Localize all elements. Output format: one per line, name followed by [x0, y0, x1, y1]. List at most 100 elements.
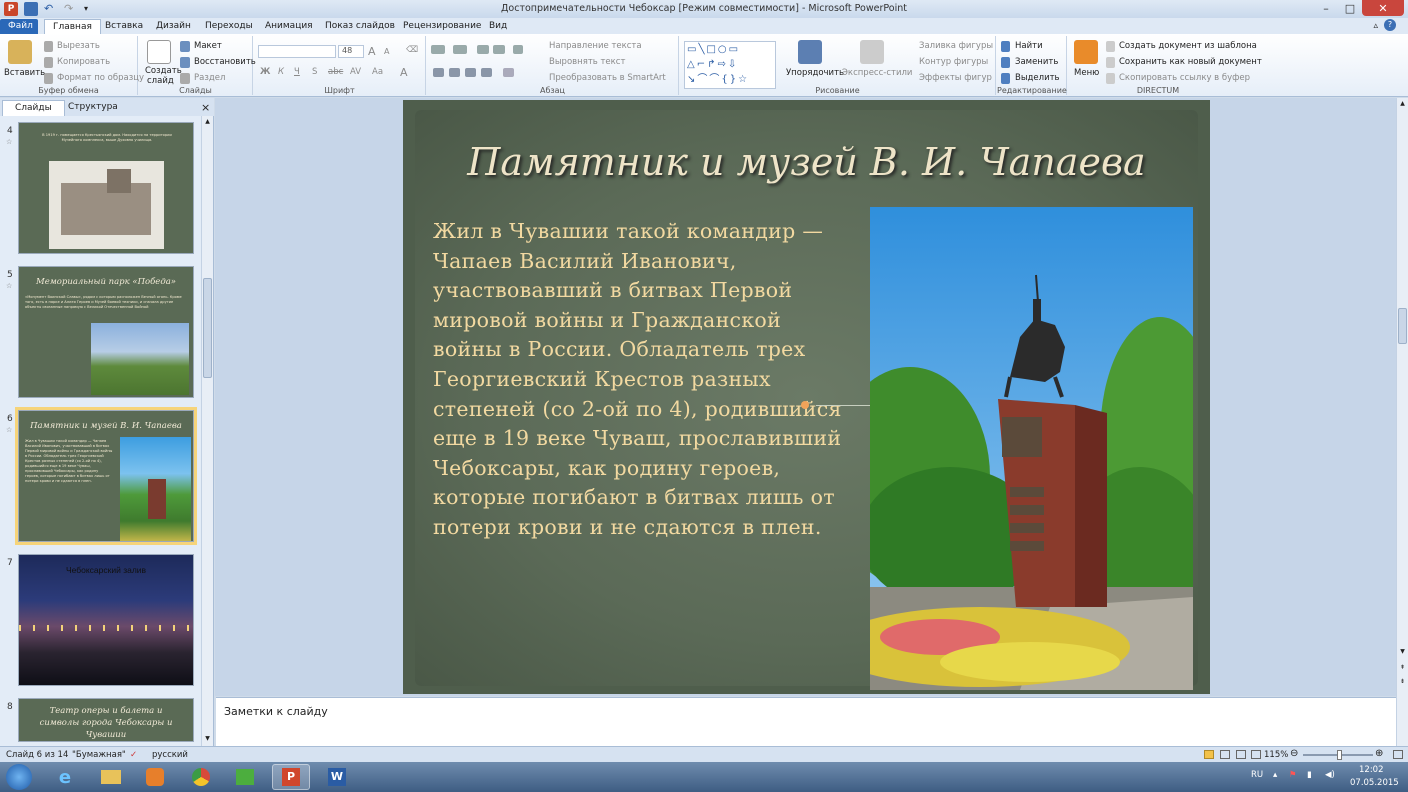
- decrease-indent-icon[interactable]: [477, 45, 489, 54]
- previous-slide-icon[interactable]: ⇞: [1398, 664, 1407, 673]
- align-center-icon[interactable]: [449, 68, 460, 77]
- justify-icon[interactable]: [481, 68, 492, 77]
- internet-explorer-icon[interactable]: e: [46, 764, 84, 790]
- zoom-in-icon[interactable]: ⊕: [1375, 748, 1383, 759]
- chapaev-monument-photo[interactable]: [870, 207, 1193, 690]
- scroll-thumb[interactable]: [203, 278, 212, 378]
- bullets-icon[interactable]: [431, 45, 445, 54]
- tab-slideshow[interactable]: Показ слайдов: [317, 19, 403, 35]
- volume-icon[interactable]: ◀): [1325, 770, 1335, 780]
- slide-sorter-icon[interactable]: [1220, 750, 1230, 759]
- scroll-up-icon[interactable]: ▲: [1398, 100, 1407, 109]
- new-slide-icon[interactable]: [147, 40, 171, 64]
- font-color-button[interactable]: A: [400, 66, 408, 79]
- shape-outline-button[interactable]: Контур фигуры: [919, 57, 988, 67]
- save-as-new-button[interactable]: Сохранить как новый документ: [1119, 57, 1262, 67]
- columns-icon[interactable]: [503, 68, 514, 77]
- notes-pane[interactable]: Заметки к слайду: [216, 697, 1396, 746]
- slideshow-view-icon[interactable]: [1251, 750, 1261, 759]
- normal-view-icon[interactable]: [1204, 750, 1214, 759]
- slides-pane-scrollbar[interactable]: ▲ ▼: [201, 116, 213, 746]
- font-name-combo[interactable]: [258, 45, 336, 58]
- selection-handle[interactable]: [801, 401, 809, 409]
- tab-animations[interactable]: Анимация: [257, 19, 321, 35]
- quick-styles-icon[interactable]: [860, 40, 884, 64]
- tab-transitions[interactable]: Переходы: [197, 19, 261, 35]
- arrange-button[interactable]: Упорядочить: [786, 68, 844, 78]
- tab-file[interactable]: Файл: [0, 19, 38, 35]
- keyboard-language[interactable]: RU: [1251, 770, 1263, 780]
- directum-menu-icon[interactable]: [1074, 40, 1098, 64]
- reading-view-icon[interactable]: [1236, 750, 1246, 759]
- spellcheck-icon[interactable]: ✓: [130, 750, 137, 760]
- align-text-button[interactable]: Выровнять текст: [549, 57, 625, 67]
- slide-thumbnail-6[interactable]: Памятник и музей В. И. Чапаева Жил в Чув…: [15, 407, 197, 545]
- select-button[interactable]: Выделить: [1015, 73, 1060, 83]
- scroll-up-icon[interactable]: ▲: [203, 118, 212, 127]
- arrange-icon[interactable]: [798, 40, 822, 64]
- fit-to-window-icon[interactable]: [1393, 750, 1403, 759]
- tab-home[interactable]: Главная: [44, 19, 101, 35]
- tab-view[interactable]: Вид: [481, 19, 515, 35]
- zoom-out-icon[interactable]: ⊖: [1290, 748, 1298, 759]
- minimize-ribbon-icon[interactable]: ▵: [1373, 21, 1378, 31]
- layout-button[interactable]: Макет: [194, 41, 222, 51]
- shapes-gallery[interactable]: ▭╲□○▭ △⌐↱⇨⇩ ↘⌒⌒{}☆: [684, 41, 776, 89]
- scroll-down-icon[interactable]: ▼: [203, 735, 212, 744]
- tab-review[interactable]: Рецензирование: [395, 19, 489, 35]
- clear-format-icon[interactable]: ⌫: [406, 45, 418, 55]
- help-icon[interactable]: ?: [1384, 19, 1396, 31]
- align-right-icon[interactable]: [465, 68, 476, 77]
- close-pane-icon[interactable]: ×: [201, 101, 210, 114]
- scroll-down-icon[interactable]: ▼: [1398, 648, 1407, 657]
- reset-button[interactable]: Восстановить: [194, 57, 256, 67]
- font-size-combo[interactable]: 48: [338, 45, 364, 58]
- slide-scrollbar[interactable]: ▲ ▼ ⇞ ⇟: [1396, 98, 1408, 746]
- copy-button[interactable]: Копировать: [57, 57, 110, 67]
- shape-fill-button[interactable]: Заливка фигуры: [919, 41, 993, 51]
- new-slide-button-line2[interactable]: слайд: [147, 76, 174, 86]
- slide-thumbnail-4[interactable]: В 1919 г. помещается Крестьянский дом. Н…: [18, 122, 194, 254]
- text-direction-button[interactable]: Направление текста: [549, 41, 642, 51]
- directum-menu-button[interactable]: Меню: [1074, 68, 1099, 78]
- quick-styles-button[interactable]: Экспресс-стили: [842, 68, 912, 78]
- align-left-icon[interactable]: [433, 68, 444, 77]
- tab-outline[interactable]: Структура: [56, 100, 130, 116]
- smartart-button[interactable]: Преобразовать в SmartArt: [549, 73, 666, 83]
- increase-indent-icon[interactable]: [493, 45, 505, 54]
- clock-time[interactable]: 12:02: [1359, 765, 1384, 775]
- scroll-thumb[interactable]: [1398, 308, 1407, 344]
- zoom-level[interactable]: 115%: [1264, 750, 1288, 760]
- strikethrough-button[interactable]: abc: [328, 67, 343, 77]
- notes-placeholder[interactable]: Заметки к слайду: [224, 705, 328, 718]
- slide-thumbnail-7[interactable]: Чебоксарский залив: [18, 554, 194, 686]
- paste-icon[interactable]: [8, 40, 32, 64]
- change-case-button[interactable]: Aa: [372, 67, 383, 77]
- file-explorer-icon[interactable]: [92, 764, 130, 790]
- network-icon[interactable]: ▮: [1307, 770, 1312, 780]
- slide-thumbnail-5[interactable]: Мемориальный парк «Победа» «Монумент Вои…: [18, 266, 194, 398]
- replace-button[interactable]: Заменить: [1015, 57, 1058, 67]
- show-hidden-icons[interactable]: ▴: [1273, 770, 1277, 780]
- maximize-icon[interactable]: □: [1338, 0, 1362, 16]
- section-button[interactable]: Раздел: [194, 73, 225, 83]
- format-painter-button[interactable]: Формат по образцу: [57, 73, 144, 83]
- media-player-icon[interactable]: [136, 764, 174, 790]
- clock-date[interactable]: 07.05.2015: [1350, 778, 1399, 788]
- shadow-button[interactable]: S: [312, 67, 317, 77]
- action-center-icon[interactable]: ⚑: [1289, 770, 1297, 780]
- slide-thumbnail-8[interactable]: Театр оперы и балета и символы города Че…: [18, 698, 194, 742]
- new-slide-button[interactable]: Создать: [145, 66, 182, 76]
- word-taskbar-icon[interactable]: W: [318, 764, 356, 790]
- find-button[interactable]: Найти: [1015, 41, 1043, 51]
- tab-insert[interactable]: Вставка: [97, 19, 151, 35]
- cut-button[interactable]: Вырезать: [57, 41, 100, 51]
- char-spacing-button[interactable]: AV: [350, 67, 361, 77]
- chrome-icon[interactable]: [182, 764, 220, 790]
- create-from-template-button[interactable]: Создать документ из шаблона: [1119, 41, 1257, 51]
- slide-body-text[interactable]: Жил в Чувашии такой командир — Чапаев Ва…: [433, 217, 843, 543]
- paste-button[interactable]: Вставить: [4, 68, 45, 78]
- minimize-icon[interactable]: –: [1314, 0, 1338, 16]
- italic-button[interactable]: К: [278, 67, 284, 77]
- grow-font-button[interactable]: A: [368, 45, 376, 58]
